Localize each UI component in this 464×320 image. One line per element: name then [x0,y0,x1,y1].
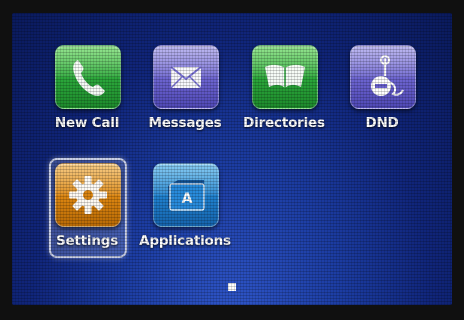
settings-tile[interactable] [55,163,121,227]
app-applications[interactable]: A Applications [137,163,233,273]
page-indicator-dot [228,283,236,291]
envelope-icon [170,66,202,89]
new-call-tile[interactable] [55,45,121,109]
applications-label: Applications [139,233,231,249]
messages-label: Messages [148,115,222,131]
new-call-label: New Call [54,115,120,131]
app-new-call[interactable]: New Call [39,45,135,155]
phone-icon [73,60,105,96]
open-book-icon [265,64,305,88]
home-screen: New Call Messages Directories DND Settin… [12,13,452,305]
messages-tile[interactable] [153,45,219,109]
directories-label: Directories [243,115,325,131]
app-settings[interactable]: Settings [39,158,135,273]
applications-tile[interactable]: A [153,163,219,227]
app-messages[interactable]: Messages [137,45,233,155]
dnd-tile[interactable] [350,45,416,109]
app-directories[interactable]: Directories [236,45,332,155]
dnd-label: DND [365,115,399,131]
directories-tile[interactable] [252,45,318,109]
do-not-disturb-icon [371,55,404,96]
settings-label: Settings [55,233,119,249]
applications-folder-icon: A [168,180,205,211]
gear-icon [69,176,107,214]
app-dnd[interactable]: DND [334,45,430,155]
applications-letter: A [182,191,193,207]
